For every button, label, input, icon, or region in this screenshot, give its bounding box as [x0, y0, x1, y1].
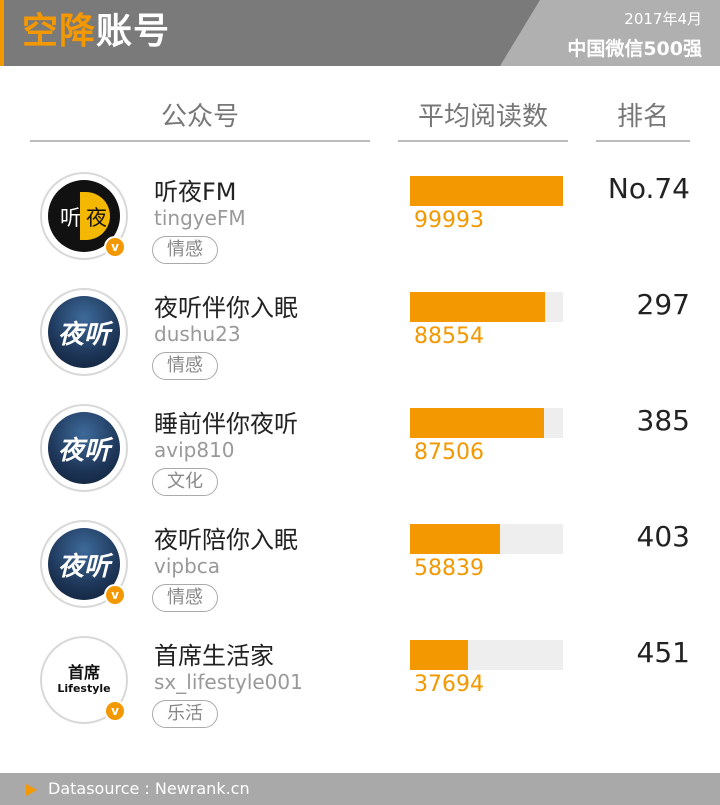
avatar: 夜听 [40, 288, 128, 376]
reads-value: 87506 [414, 440, 484, 465]
avatar-text-line1: 首席 [67, 663, 100, 682]
reads-bar [410, 640, 468, 670]
reads-bar-track [410, 524, 563, 554]
reads-value: 58839 [414, 556, 484, 581]
reads-bar-track [410, 292, 563, 322]
reads-bar [410, 408, 544, 438]
category-tag: 情感 [152, 584, 218, 612]
title-rest: 账号 [96, 11, 171, 52]
footer-bar: Datasource : Newrank.cn [0, 773, 720, 805]
header-date: 2017年4月 [624, 10, 702, 28]
reads-value: 99993 [414, 208, 484, 233]
column-header-rank: 排名 [616, 102, 669, 132]
arrow-right-icon [26, 784, 37, 796]
rank-value: 297 [636, 288, 690, 321]
header-subtitle: 中国微信500强 [567, 38, 702, 60]
verified-badge-icon: v [104, 584, 126, 606]
list-item: 首席 Lifestyle v 首席生活家 sx_lifestyle001 乐活 … [0, 636, 720, 752]
night-sky-logo-icon: 夜听 [48, 412, 120, 484]
reads-value: 88554 [414, 324, 484, 349]
rank-value: 403 [636, 520, 690, 553]
verified-badge-icon: v [104, 236, 126, 258]
list-item: 夜听 v 夜听陪你入眠 vipbca 情感 58839 403 [0, 520, 720, 636]
reads-bar-track [410, 408, 563, 438]
account-id: avip810 [154, 438, 235, 462]
verified-badge-icon: v [104, 700, 126, 722]
account-name: 听夜FM [154, 178, 237, 206]
title-highlight: 空降 [22, 11, 97, 52]
account-id: dushu23 [154, 322, 241, 346]
account-id: tingyeFM [154, 206, 246, 230]
avatar-text-left: 听 [60, 206, 81, 230]
reads-bar [410, 176, 563, 206]
night-sky-logo-icon: 夜听 [48, 296, 120, 368]
avatar: 夜听 [40, 404, 128, 492]
account-name: 夜听陪你入眠 [154, 526, 298, 554]
list-item: 听 夜 v 听夜FM tingyeFM 情感 99993 No.74 [0, 172, 720, 288]
column-divider-reads [398, 140, 568, 142]
data-source: Datasource : Newrank.cn [48, 779, 250, 798]
avatar-text-line2: Lifestyle [57, 682, 111, 695]
category-tag: 情感 [152, 236, 218, 264]
reads-bar-track [410, 176, 563, 206]
account-id: vipbca [154, 554, 221, 578]
account-id: sx_lifestyle001 [154, 670, 303, 694]
reads-bar-track [410, 640, 563, 670]
column-header-reads: 平均阅读数 [417, 102, 548, 132]
header-banner: 空降账号 2017年4月 中国微信500强 [0, 0, 720, 66]
avatar-text-right: 夜 [86, 206, 107, 230]
column-divider-rank [596, 140, 690, 142]
rank-value: No.74 [607, 172, 690, 205]
rank-value: 451 [636, 636, 690, 669]
list-item: 夜听 夜听伴你入眠 dushu23 情感 88554 297 [0, 288, 720, 404]
reads-bar [410, 524, 501, 554]
account-name: 睡前伴你夜听 [154, 410, 298, 438]
header-accent-stripe [0, 0, 4, 66]
category-tag: 情感 [152, 352, 218, 380]
category-tag: 文化 [152, 468, 218, 496]
column-header-account: 公众号 [160, 102, 239, 132]
list-item: 夜听 睡前伴你夜听 avip810 文化 87506 385 [0, 404, 720, 520]
page-title: 空降账号 [22, 12, 170, 52]
account-name: 夜听伴你入眠 [154, 294, 298, 322]
account-name: 首席生活家 [154, 642, 274, 670]
column-divider-account [30, 140, 370, 142]
category-tag: 乐活 [152, 700, 218, 728]
rank-value: 385 [636, 404, 690, 437]
reads-bar [410, 292, 546, 322]
reads-value: 37694 [414, 672, 484, 697]
